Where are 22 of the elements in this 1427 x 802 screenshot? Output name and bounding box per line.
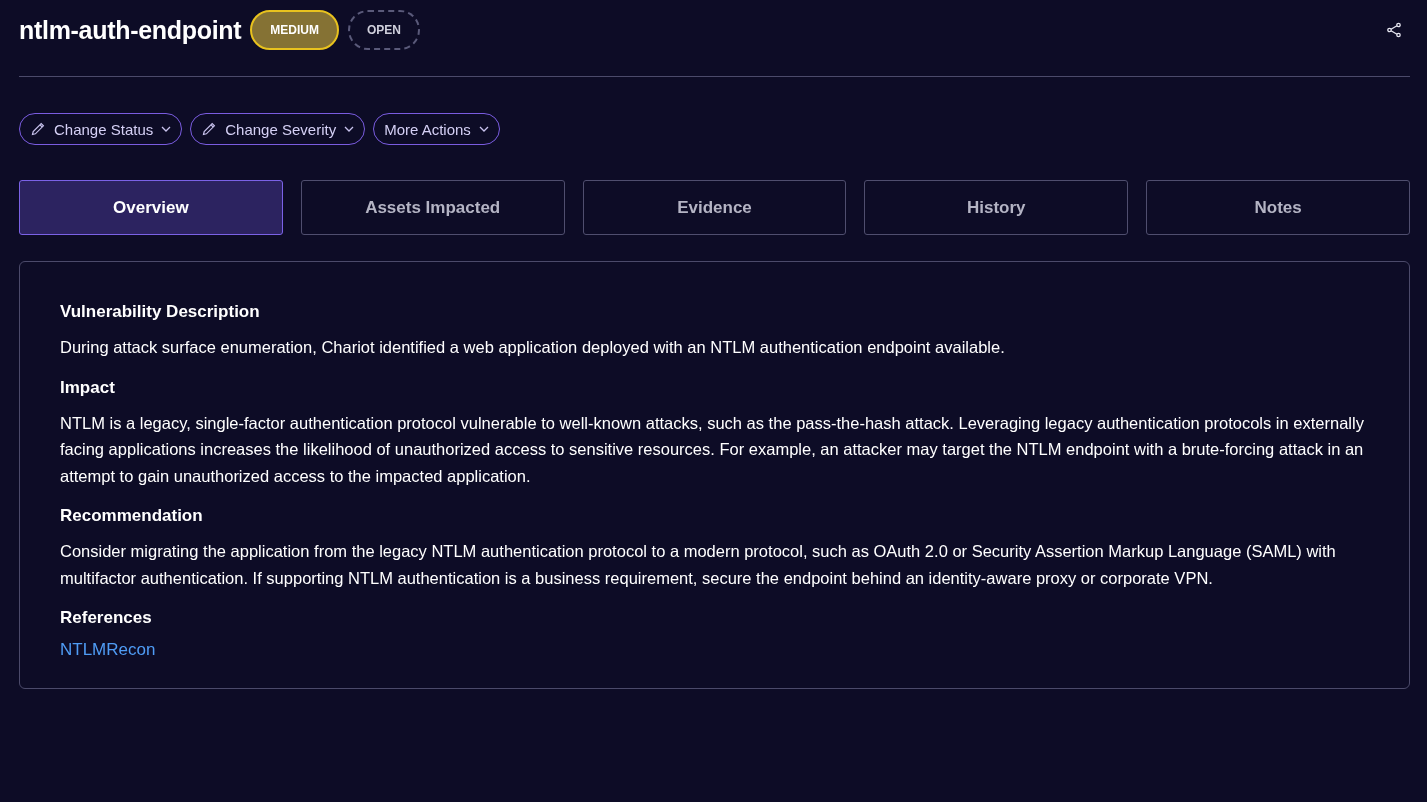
chevron-down-icon (161, 126, 172, 132)
chevron-down-icon (344, 126, 355, 132)
section-text: NTLM is a legacy, single-factor authentication protocol vulnerable to well-known attacks, such as the pass-the-hash attack. Leveraging legacy authentication protocols in externally facing applications increases the likelihood of unauthorized access to sensitive resources. For example, an attacker may target the NTLM endpoint with a brute-forcing attack in an attempt to gain unauthorized access to the impacted application. (60, 412, 1365, 487)
section-text: Consider migrating the application from the legacy NTLM authentication protocol to a modern protocol, such as OAuth 2.0 or Security Assertion Markup Language (SAML) with multifactor authentication. If supporting NTLM authentication is a business requirement, secure the endpoint behind an identity-aware proxy or corporate VPN. (60, 541, 1337, 589)
section-heading: Impact (60, 377, 116, 398)
section-heading: Recommendation (60, 506, 204, 526)
section-heading: Vulnerability Description (60, 302, 261, 322)
reference-link[interactable]: NTLMRecon (60, 640, 156, 659)
tab[interactable]: Evidence (582, 180, 847, 235)
severity-badge: MEDIUM (250, 10, 339, 50)
tab[interactable]: Assets Impacted (300, 180, 565, 235)
status-badge: OPEN (348, 10, 420, 50)
finding-title: ntlm-auth-endpoint (19, 15, 242, 45)
tab[interactable]: Overview (19, 180, 283, 235)
tab[interactable]: History (864, 180, 1129, 235)
share-icon[interactable] (1386, 22, 1402, 38)
tab[interactable]: Notes (1146, 180, 1410, 235)
pencil-icon (30, 121, 46, 137)
chevron-down-icon (478, 126, 489, 132)
pencil-icon (201, 121, 218, 137)
section-heading: References (60, 608, 153, 628)
section-text: During attack surface enumeration, Chariot identified a web application deployed with an NTLM authentication endpoint available. (60, 337, 1006, 358)
